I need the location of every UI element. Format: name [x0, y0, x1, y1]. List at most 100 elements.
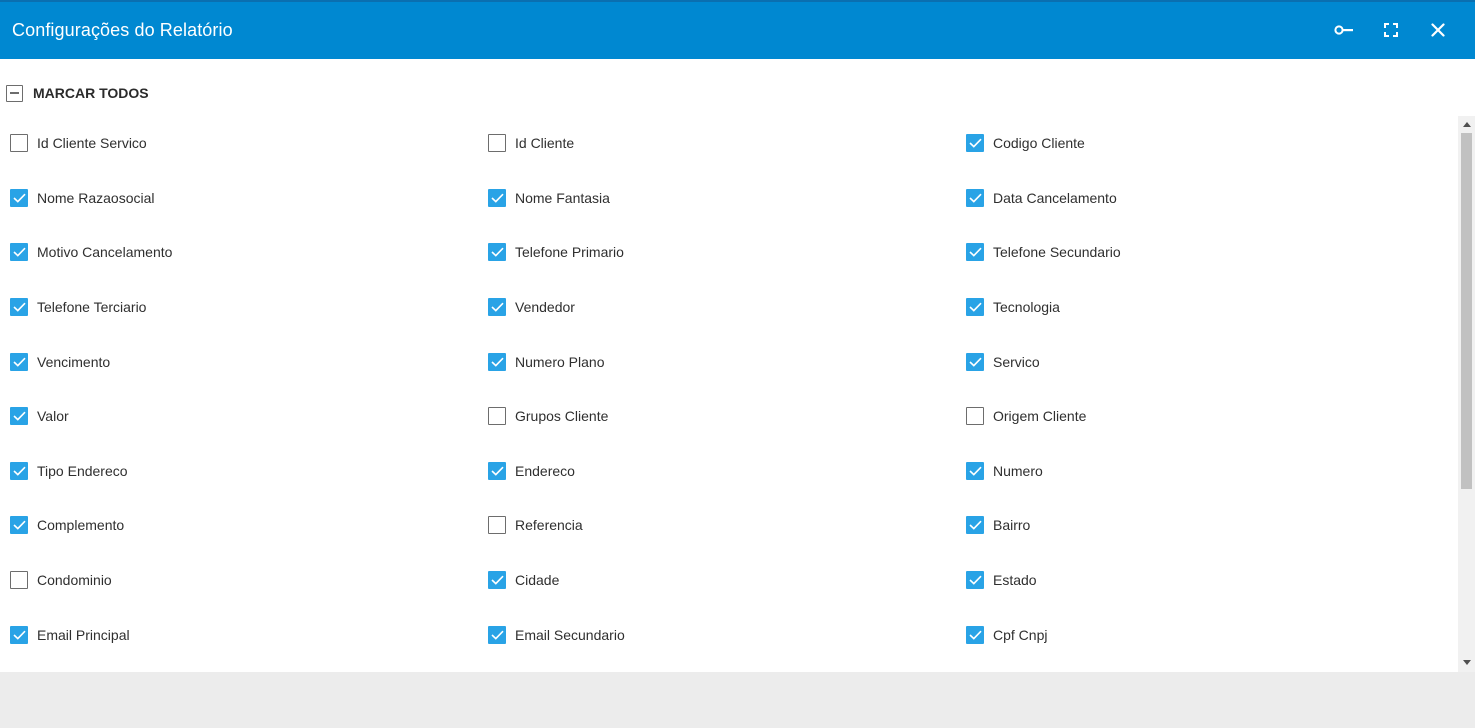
key-button[interactable] [1330, 16, 1358, 44]
column-option[interactable]: Complemento [10, 498, 488, 553]
unchecked-checkbox-icon[interactable] [488, 134, 506, 153]
column-option-label: Tecnologia [993, 299, 1060, 316]
column-option-label: Estado [993, 572, 1037, 589]
checked-checkbox-icon[interactable] [488, 571, 506, 590]
column-option[interactable]: Vendedor [488, 280, 966, 335]
column-option-label: Telefone Primario [515, 244, 624, 261]
column-option-label: Id Cliente Servico [37, 135, 147, 152]
column-option-label: Tipo Endereco [37, 462, 128, 479]
checked-checkbox-icon[interactable] [10, 352, 28, 371]
column-option[interactable]: Nome Razaosocial [10, 171, 488, 226]
column-option[interactable]: Telefone Secundario [966, 225, 1444, 280]
column-option-label: Telefone Terciario [37, 299, 147, 316]
checked-checkbox-icon[interactable] [10, 407, 28, 426]
checked-checkbox-icon[interactable] [966, 134, 984, 153]
unchecked-checkbox-icon[interactable] [966, 407, 984, 426]
unchecked-checkbox-icon[interactable] [488, 516, 506, 535]
column-option-label: Referencia [515, 517, 583, 534]
indeterminate-checkbox-icon [6, 84, 23, 102]
column-option-label: Complemento [37, 517, 125, 534]
checked-checkbox-icon[interactable] [488, 298, 506, 317]
column-option[interactable]: Motivo Cancelamento [10, 225, 488, 280]
scroll-up-arrow[interactable] [1458, 116, 1475, 132]
columns-grid: Id Cliente Servico Id Cliente Codigo Clien… [10, 116, 1450, 662]
column-option[interactable]: Tipo Endereco [10, 444, 488, 499]
checked-checkbox-icon[interactable] [10, 298, 28, 317]
close-button[interactable] [1424, 16, 1452, 44]
close-icon [1431, 23, 1445, 37]
column-option[interactable]: Id Cliente Servico [10, 116, 488, 171]
select-all-checkbox[interactable]: MARCAR TODOS [6, 83, 149, 103]
column-option[interactable]: Vencimento [10, 334, 488, 389]
checked-checkbox-icon[interactable] [488, 243, 506, 262]
checked-checkbox-icon[interactable] [966, 461, 984, 480]
checked-checkbox-icon[interactable] [966, 516, 984, 535]
column-option[interactable]: Grupos Cliente [488, 389, 966, 444]
column-option-label: Endereco [515, 462, 575, 479]
column-option[interactable]: Email Secundario [488, 607, 966, 662]
column-option[interactable]: Servico [966, 334, 1444, 389]
column-option-label: Cpf Cnpj [993, 626, 1048, 643]
column-option-label: Nome Fantasia [515, 189, 610, 206]
column-option-label: Servico [993, 353, 1040, 370]
checked-checkbox-icon[interactable] [10, 625, 28, 644]
column-option[interactable]: Referencia [488, 498, 966, 553]
column-option-label: Vencimento [37, 353, 111, 370]
checked-checkbox-icon[interactable] [966, 571, 984, 590]
checked-checkbox-icon[interactable] [966, 298, 984, 317]
column-option-label: Nome Razaosocial [37, 189, 155, 206]
checked-checkbox-icon[interactable] [488, 461, 506, 480]
columns-list: Id Cliente Servico Id Cliente Codigo Clien… [0, 116, 1458, 672]
column-option[interactable]: Numero Plano [488, 334, 966, 389]
column-option-label: Email Secundario [515, 626, 625, 643]
column-option-label: Grupos Cliente [515, 408, 609, 425]
column-option-label: Email Principal [37, 626, 130, 643]
column-option[interactable]: Cidade [488, 553, 966, 608]
column-option[interactable]: Telefone Terciario [10, 280, 488, 335]
checked-checkbox-icon[interactable] [488, 188, 506, 207]
checked-checkbox-icon[interactable] [966, 352, 984, 371]
column-option[interactable]: Data Cancelamento [966, 171, 1444, 226]
scroll-down-arrow[interactable] [1458, 654, 1475, 670]
fullscreen-icon [1384, 23, 1398, 37]
column-option-label: Condominio [37, 572, 112, 589]
checked-checkbox-icon[interactable] [966, 188, 984, 207]
column-option-label: Telefone Secundario [993, 244, 1121, 261]
checked-checkbox-icon[interactable] [10, 243, 28, 262]
column-option-label: Numero Plano [515, 353, 605, 370]
checked-checkbox-icon[interactable] [488, 625, 506, 644]
column-option[interactable]: Cpf Cnpj [966, 607, 1444, 662]
scrollbar-thumb[interactable] [1461, 133, 1472, 489]
column-option[interactable]: Codigo Cliente [966, 116, 1444, 171]
column-option[interactable]: Bairro [966, 498, 1444, 553]
column-option[interactable]: Numero [966, 444, 1444, 499]
checked-checkbox-icon[interactable] [10, 516, 28, 535]
unchecked-checkbox-icon[interactable] [10, 134, 28, 153]
checked-checkbox-icon[interactable] [488, 352, 506, 371]
column-option[interactable]: Tecnologia [966, 280, 1444, 335]
column-option-label: Origem Cliente [993, 408, 1087, 425]
checked-checkbox-icon[interactable] [10, 461, 28, 480]
column-option[interactable]: Condominio [10, 553, 488, 608]
column-option-label: Bairro [993, 517, 1031, 534]
checked-checkbox-icon[interactable] [966, 625, 984, 644]
scrollbar[interactable] [1458, 116, 1475, 672]
column-option-label: Numero [993, 462, 1043, 479]
column-option[interactable]: Origem Cliente [966, 389, 1444, 444]
column-option-label: Id Cliente [515, 135, 575, 152]
fullscreen-button[interactable] [1377, 16, 1405, 44]
column-option[interactable]: Telefone Primario [488, 225, 966, 280]
checked-checkbox-icon[interactable] [10, 188, 28, 207]
column-option[interactable]: Estado [966, 553, 1444, 608]
column-option-label: Vendedor [515, 299, 575, 316]
checked-checkbox-icon[interactable] [966, 243, 984, 262]
unchecked-checkbox-icon[interactable] [488, 407, 506, 426]
column-option[interactable]: Email Principal [10, 607, 488, 662]
column-option[interactable]: Nome Fantasia [488, 171, 966, 226]
column-option[interactable]: Endereco [488, 444, 966, 499]
column-option-label: Motivo Cancelamento [37, 244, 173, 261]
column-option[interactable]: Valor [10, 389, 488, 444]
column-option[interactable]: Id Cliente [488, 116, 966, 171]
unchecked-checkbox-icon[interactable] [10, 571, 28, 590]
dialog-header: Configurações do Relatório [0, 0, 1475, 59]
